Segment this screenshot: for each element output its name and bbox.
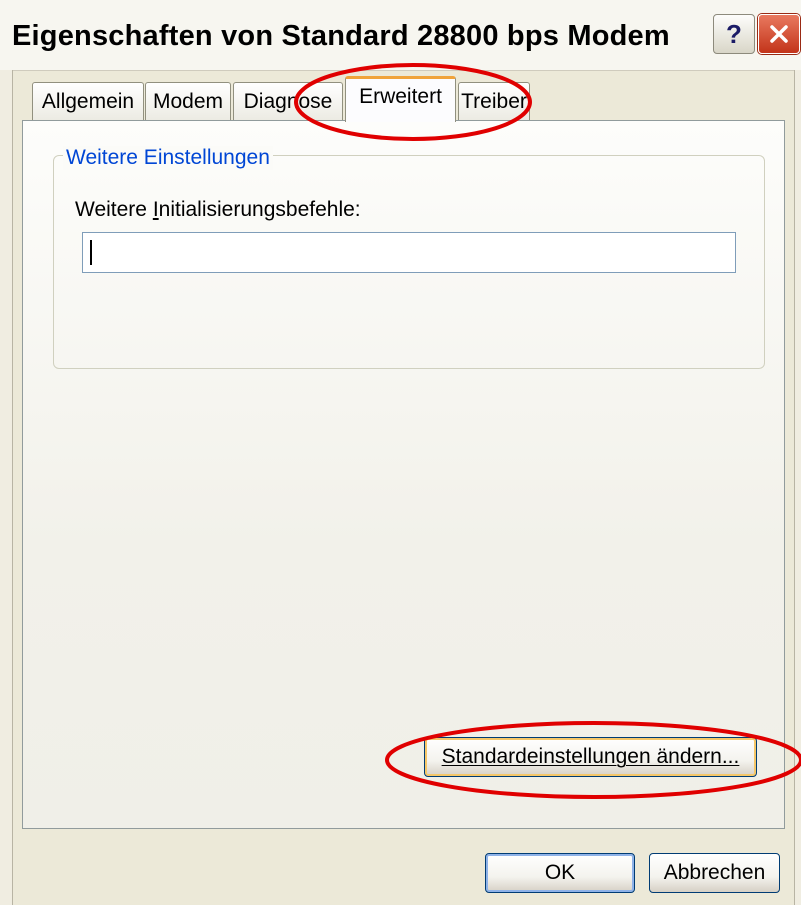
change-defaults-button[interactable]: Standardeinstellungen ändern... (424, 737, 757, 777)
window-frame-left (0, 70, 13, 905)
change-defaults-label: Standardeinstellungen ändern... (441, 745, 740, 768)
close-icon (770, 25, 788, 43)
help-icon: ? (726, 18, 742, 49)
tab-modem[interactable]: Modem (145, 82, 231, 120)
cancel-button[interactable]: Abbrechen (649, 853, 780, 893)
text-caret (90, 240, 92, 265)
help-button[interactable]: ? (713, 14, 755, 54)
tab-allgemein[interactable]: Allgemein (32, 82, 144, 120)
title-bar[interactable]: Eigenschaften von Standard 28800 bps Mod… (0, 0, 801, 71)
init-commands-label: Weitere Initialisierungsbefehle: (75, 198, 361, 221)
tab-treiber[interactable]: Treiber (458, 82, 530, 120)
tab-erweitert[interactable]: Erweitert (345, 76, 456, 122)
tab-diagnose[interactable]: Diagnose (233, 82, 343, 120)
window-frame-right (794, 70, 801, 905)
close-button[interactable] (758, 14, 800, 54)
ok-button[interactable]: OK (485, 853, 635, 893)
groupbox-legend: Weitere Einstellungen (63, 146, 273, 170)
properties-dialog: Eigenschaften von Standard 28800 bps Mod… (0, 0, 801, 905)
init-commands-input[interactable] (82, 232, 736, 273)
window-title: Eigenschaften von Standard 28800 bps Mod… (12, 20, 670, 52)
